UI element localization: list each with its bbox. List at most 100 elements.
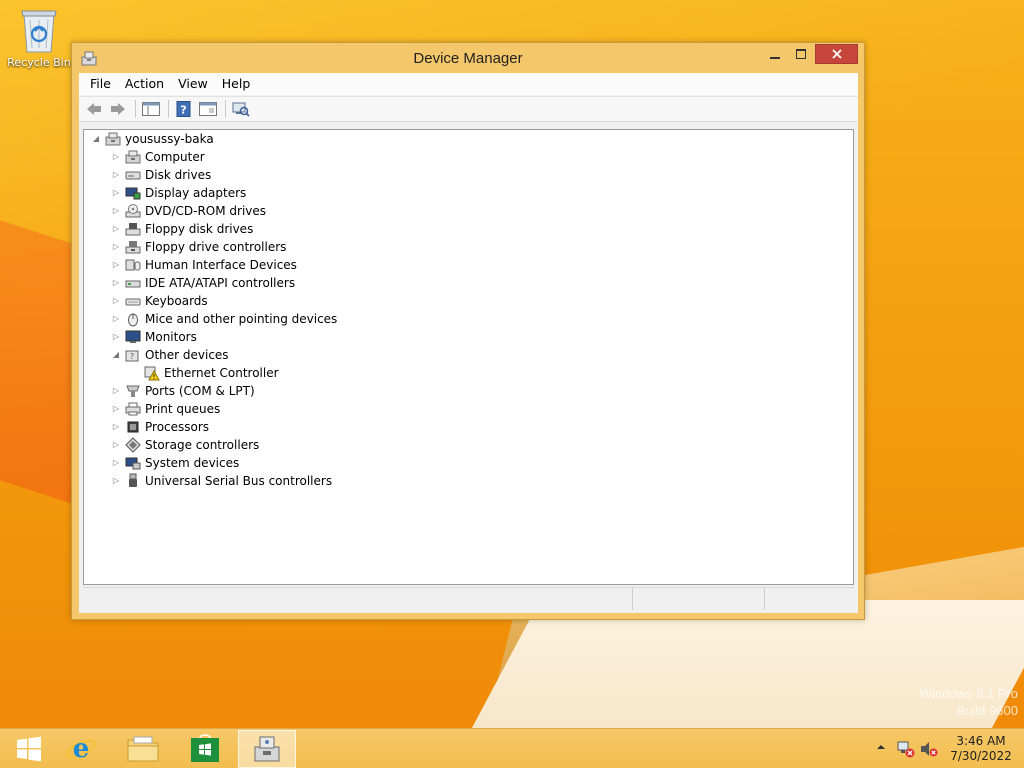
close-button[interactable] bbox=[815, 44, 858, 64]
expand-arrow-icon[interactable]: ▷ bbox=[110, 418, 122, 436]
maximize-icon bbox=[796, 49, 806, 59]
expand-arrow-icon[interactable]: ▷ bbox=[110, 310, 122, 328]
keyboard-icon bbox=[125, 298, 141, 306]
hid-icon bbox=[125, 259, 141, 271]
ide-controller-icon bbox=[125, 280, 141, 288]
disk-drive-icon bbox=[125, 171, 141, 180]
tree-category-node[interactable]: ▷ Display adapters bbox=[110, 184, 246, 202]
internet-explorer-icon: e bbox=[65, 734, 97, 764]
expand-arrow-icon[interactable]: ▷ bbox=[110, 472, 122, 490]
device-manager-taskbar-button[interactable] bbox=[238, 730, 296, 768]
tree-category-node[interactable]: ▷ Floppy disk drives bbox=[110, 220, 253, 238]
help-button[interactable]: ? bbox=[173, 99, 195, 119]
forward-arrow-icon bbox=[111, 103, 125, 115]
close-icon bbox=[831, 49, 842, 59]
tree-category-node[interactable]: ▷ System devices bbox=[110, 454, 239, 472]
tree-category-node[interactable]: ▷ Human Interface Devices bbox=[110, 256, 297, 274]
scan-hardware-changes-button[interactable] bbox=[230, 99, 252, 119]
expand-arrow-icon[interactable]: ▷ bbox=[110, 454, 122, 472]
properties-button[interactable] bbox=[197, 99, 219, 119]
minimize-icon bbox=[770, 57, 780, 59]
show-hide-console-tree-button[interactable] bbox=[140, 99, 162, 119]
expand-arrow-icon[interactable]: ▷ bbox=[110, 202, 122, 220]
toolbar-separator bbox=[225, 100, 226, 118]
tree-category-label: Print queues bbox=[145, 402, 221, 416]
start-button[interactable] bbox=[0, 730, 58, 768]
windows-logo-icon bbox=[17, 736, 41, 762]
clock-date: 7/30/2022 bbox=[950, 749, 1012, 763]
store-button[interactable] bbox=[176, 730, 234, 768]
expand-arrow-icon[interactable]: ▷ bbox=[110, 328, 122, 346]
forward-button[interactable] bbox=[107, 99, 129, 119]
tree-root-label: yousussy-baka bbox=[125, 132, 214, 146]
tree-category-node[interactable]: ▷ Processors bbox=[110, 418, 209, 436]
network-error-icon[interactable] bbox=[897, 740, 915, 761]
tree-category-node[interactable]: ▷ Mice and other pointing devices bbox=[110, 310, 337, 328]
port-icon bbox=[126, 385, 140, 397]
printer-icon bbox=[125, 402, 141, 416]
expand-arrow-icon[interactable]: ▷ bbox=[110, 292, 122, 310]
tree-category-label: Disk drives bbox=[145, 168, 212, 182]
expand-arrow-icon[interactable]: ▷ bbox=[110, 256, 122, 274]
internet-explorer-button[interactable]: e bbox=[52, 730, 110, 768]
tree-category-node[interactable]: ▷ Computer bbox=[110, 148, 205, 166]
status-cell bbox=[83, 588, 633, 610]
properties-icon bbox=[199, 102, 217, 116]
minimize-button[interactable] bbox=[762, 44, 788, 64]
maximize-button[interactable] bbox=[788, 44, 814, 64]
svg-text:?: ? bbox=[180, 104, 186, 117]
expand-arrow-icon[interactable]: ▷ bbox=[110, 436, 122, 454]
menu-file[interactable]: File bbox=[79, 73, 118, 95]
recycle-bin-shortcut[interactable]: Recycle Bin bbox=[6, 6, 72, 76]
tree-category-label: Display adapters bbox=[145, 186, 247, 200]
show-hidden-icons-icon[interactable] bbox=[876, 741, 886, 755]
tree-category-node[interactable]: ▷ Floppy drive controllers bbox=[110, 238, 287, 256]
expand-arrow-icon[interactable]: ▷ bbox=[110, 166, 122, 184]
menu-help[interactable]: Help bbox=[215, 73, 258, 95]
expand-arrow-icon[interactable]: ▷ bbox=[110, 400, 122, 418]
tree-category-label: Other devices bbox=[145, 348, 229, 362]
tree-category-label: System devices bbox=[145, 456, 240, 470]
collapse-arrow-icon[interactable]: ◢ bbox=[110, 346, 122, 364]
windows-watermark: Windows 8.1 Pro Build 9600 bbox=[920, 685, 1018, 719]
tree-category-node[interactable]: ▷ Ports (COM & LPT) bbox=[110, 382, 255, 400]
tree-device-node[interactable]: Ethernet Controller bbox=[141, 364, 279, 382]
status-cell bbox=[765, 588, 852, 610]
tree-category-node[interactable]: ▷ Print queues bbox=[110, 400, 220, 418]
tree-category-label: Human Interface Devices bbox=[145, 258, 297, 272]
tree-root-node[interactable]: ◢ yousussy-baka bbox=[90, 130, 214, 148]
back-arrow-icon bbox=[87, 103, 101, 115]
file-explorer-button[interactable] bbox=[114, 730, 172, 768]
collapse-arrow-icon[interactable]: ◢ bbox=[90, 130, 102, 148]
tree-category-node[interactable]: ▷ Monitors bbox=[110, 328, 197, 346]
tree-category-node[interactable]: ▷ Keyboards bbox=[110, 292, 208, 310]
device-tree[interactable]: ◢ yousussy-baka ▷ Computer ▷ Disk drives ▷ Di… bbox=[83, 129, 854, 585]
taskbar-clock[interactable]: 3:46 AM 7/30/2022 bbox=[944, 734, 1018, 764]
title-bar[interactable]: Device Manager bbox=[72, 43, 864, 73]
watermark-edition: Windows 8.1 Pro bbox=[919, 686, 1018, 701]
expand-arrow-icon[interactable]: ▷ bbox=[110, 184, 122, 202]
expand-arrow-icon[interactable]: ▷ bbox=[110, 148, 122, 166]
tree-category-node[interactable]: ◢? Other devices bbox=[110, 346, 229, 364]
tree-category-node[interactable]: ▷ Disk drives bbox=[110, 166, 211, 184]
expand-arrow-icon[interactable]: ▷ bbox=[110, 220, 122, 238]
menu-view[interactable]: View bbox=[171, 73, 215, 95]
volume-muted-icon[interactable] bbox=[920, 740, 938, 761]
svg-text:e: e bbox=[73, 734, 90, 764]
tree-category-label: Processors bbox=[145, 420, 210, 434]
monitor-icon bbox=[125, 330, 141, 343]
menu-action[interactable]: Action bbox=[118, 73, 171, 95]
expand-arrow-icon[interactable]: ▷ bbox=[110, 238, 122, 256]
back-button[interactable] bbox=[83, 99, 105, 119]
tree-category-node[interactable]: ▷ Universal Serial Bus controllers bbox=[110, 472, 332, 490]
expand-arrow-icon[interactable]: ▷ bbox=[110, 274, 122, 292]
help-icon: ? bbox=[176, 101, 191, 117]
tree-category-node[interactable]: ▷ IDE ATA/ATAPI controllers bbox=[110, 274, 295, 292]
speaker-icon bbox=[921, 742, 938, 757]
expand-arrow-icon[interactable]: ▷ bbox=[110, 382, 122, 400]
console-tree-icon bbox=[142, 102, 160, 116]
tree-category-label: Computer bbox=[145, 150, 205, 164]
tree-category-label: Mice and other pointing devices bbox=[145, 312, 338, 326]
tree-category-node[interactable]: ▷ DVD/CD-ROM drives bbox=[110, 202, 266, 220]
tree-category-node[interactable]: ▷ Storage controllers bbox=[110, 436, 259, 454]
